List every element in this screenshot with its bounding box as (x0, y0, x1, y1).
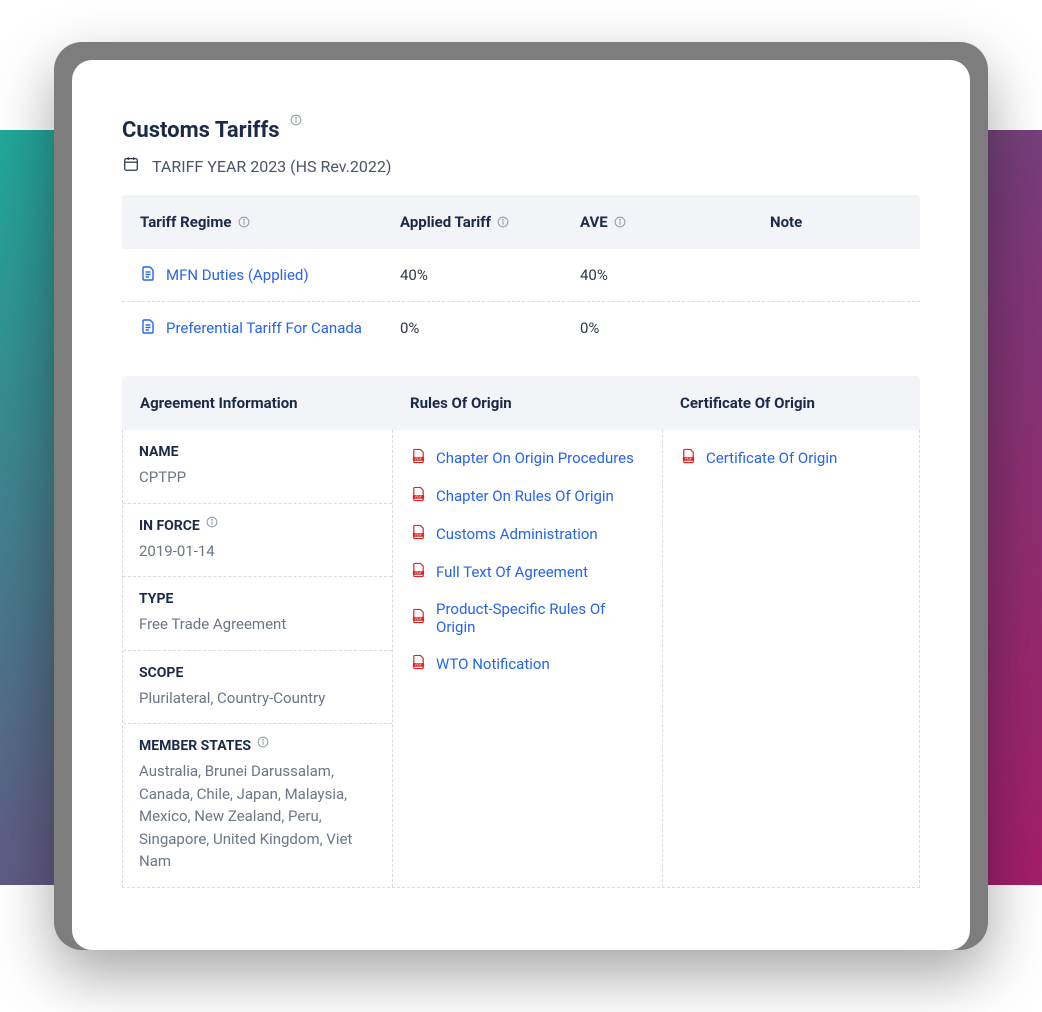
rules-link[interactable]: WTO Notification (436, 655, 550, 673)
pdf-icon: PDF (411, 448, 426, 468)
page-title: Customs Tariffs (122, 118, 280, 143)
agreement-type: TYPE Free Trade Agreement (123, 577, 392, 651)
ave-value: 0% (580, 319, 770, 337)
svg-text:PDF: PDF (415, 617, 422, 621)
applied-value: 40% (400, 266, 580, 284)
th-note: Note (770, 213, 902, 231)
info-icon[interactable] (238, 216, 250, 228)
info-icon[interactable] (290, 114, 302, 126)
tariff-row: MFN Duties (Applied) 40% 40% (122, 249, 920, 302)
rules-link[interactable]: Customs Administration (436, 525, 598, 543)
pdf-icon: PDF (411, 608, 426, 628)
mfn-duties-link[interactable]: MFN Duties (Applied) (166, 266, 309, 284)
rules-of-origin-links: PDF Chapter On Origin Procedures PDF Cha… (393, 430, 663, 887)
th-applied: Applied Tariff (400, 213, 580, 231)
agreement-inforce: IN FORCE 2019-01-14 (123, 504, 392, 578)
rules-link[interactable]: Full Text Of Agreement (436, 563, 588, 581)
rules-link[interactable]: Chapter On Origin Procedures (436, 449, 634, 467)
details-body: NAME CPTPP IN FORCE 2019-01-14 TY (122, 430, 920, 888)
agreement-members: MEMBER STATES Australia, Brunei Darussal… (123, 724, 392, 887)
svg-text:PDF: PDF (685, 457, 692, 461)
document-icon (140, 265, 156, 285)
agreement-name: NAME CPTPP (123, 430, 392, 504)
pdf-icon: PDF (681, 448, 696, 468)
tariff-year: TARIFF YEAR 2023 (HS Rev.2022) (152, 157, 391, 176)
certificate-links: PDF Certificate Of Origin (663, 430, 919, 887)
th-ave: AVE (580, 213, 770, 231)
preferential-tariff-link[interactable]: Preferential Tariff For Canada (166, 319, 362, 337)
svg-text:PDF: PDF (415, 533, 422, 537)
svg-text:PDF: PDF (415, 663, 422, 667)
svg-text:PDF: PDF (415, 571, 422, 575)
rules-link[interactable]: Chapter On Rules Of Origin (436, 487, 614, 505)
info-icon[interactable] (614, 216, 626, 228)
certificate-link[interactable]: Certificate Of Origin (706, 449, 837, 467)
customs-tariffs-card: Customs Tariffs TARIFF YEAR 2023 (HS Rev… (72, 60, 970, 950)
info-icon[interactable] (206, 516, 218, 528)
svg-text:PDF: PDF (415, 457, 422, 461)
th-certificate: Certificate Of Origin (680, 394, 902, 412)
th-regime: Tariff Regime (140, 213, 400, 231)
calendar-icon (122, 155, 140, 177)
ave-value: 40% (580, 266, 770, 284)
document-icon (140, 318, 156, 338)
applied-value: 0% (400, 319, 580, 337)
info-icon[interactable] (257, 736, 269, 748)
th-agreement: Agreement Information (140, 394, 410, 412)
rules-link[interactable]: Product-Specific Rules Of Origin (436, 600, 644, 636)
svg-text:PDF: PDF (415, 495, 422, 499)
tariff-row: Preferential Tariff For Canada 0% 0% (122, 302, 920, 354)
pdf-icon: PDF (411, 524, 426, 544)
pdf-icon: PDF (411, 562, 426, 582)
th-rules: Rules Of Origin (410, 394, 680, 412)
tariff-table: Tariff Regime Applied Tariff AVE (122, 195, 920, 354)
agreement-scope: SCOPE Plurilateral, Country-Country (123, 651, 392, 725)
pdf-icon: PDF (411, 486, 426, 506)
info-icon[interactable] (497, 216, 509, 228)
pdf-icon: PDF (411, 654, 426, 674)
